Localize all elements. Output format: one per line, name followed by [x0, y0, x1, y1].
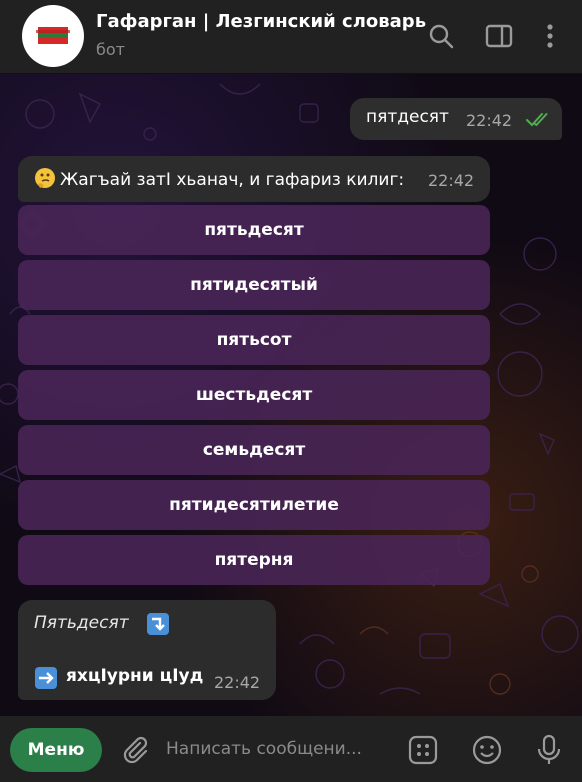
translation-text: яхцӀурни цӀуд [66, 666, 204, 686]
keyboard-button-3[interactable]: пятьсот [18, 315, 490, 365]
keyboard-button-4[interactable]: шестьдесят [18, 370, 490, 420]
message-input[interactable] [166, 732, 394, 766]
microphone-icon[interactable] [532, 733, 566, 767]
arrow-right-down-emoji [147, 613, 169, 635]
translation-message[interactable]: Пятьдесят яхцӀурни цӀуд 22:42 [18, 600, 276, 700]
outgoing-message-text: пятдесят [366, 107, 449, 127]
translation-time: 22:42 [214, 673, 261, 692]
emoji-icon[interactable] [470, 733, 504, 767]
bot-avatar[interactable] [22, 5, 84, 67]
chat-subtitle: бот [96, 40, 125, 59]
sidebar-toggle-icon[interactable] [484, 21, 514, 51]
chat-header: Гафарган | Лезгинский словарь бот [0, 0, 582, 74]
lezgin-flag-logo [36, 27, 70, 44]
keyboard-button-1[interactable]: пятьдесят [18, 205, 490, 255]
read-checkmarks-icon [526, 113, 548, 127]
message-composer: Меню [0, 716, 582, 782]
bot-prompt-message[interactable]: Жагъай затӀ хьанач, и гафариз килиг: 22:… [18, 156, 490, 202]
keyboard-button-2[interactable]: пятидесятый [18, 260, 490, 310]
keyboard-button-5[interactable]: семьдесят [18, 425, 490, 475]
bot-prompt-text: Жагъай затӀ хьанач, и гафариз килиг: [34, 167, 404, 190]
chat-area[interactable]: пятдесят 22:42 Жагъай затӀ хьанач, и гаф… [0, 74, 582, 716]
menu-button[interactable]: Меню [10, 728, 102, 772]
thinking-face-emoji [35, 168, 55, 188]
bot-commands-icon[interactable] [406, 733, 440, 767]
bot-prompt-label: Жагъай затӀ хьанач, и гафариз килиг: [60, 170, 405, 190]
attach-icon[interactable] [118, 733, 152, 767]
outgoing-message-time: 22:42 [466, 111, 513, 130]
keyboard-button-7[interactable]: пятерня [18, 535, 490, 585]
more-vertical-icon[interactable] [536, 21, 566, 51]
translation-word: Пятьдесят [34, 613, 129, 633]
outgoing-message[interactable]: пятдесят 22:42 [350, 98, 562, 140]
keyboard-button-6[interactable]: пятидесятилетие [18, 480, 490, 530]
search-icon[interactable] [426, 21, 456, 51]
chat-title[interactable]: Гафарган | Лезгинский словарь [96, 11, 426, 32]
bot-prompt-time: 22:42 [428, 171, 475, 190]
arrow-right-emoji [35, 667, 57, 689]
